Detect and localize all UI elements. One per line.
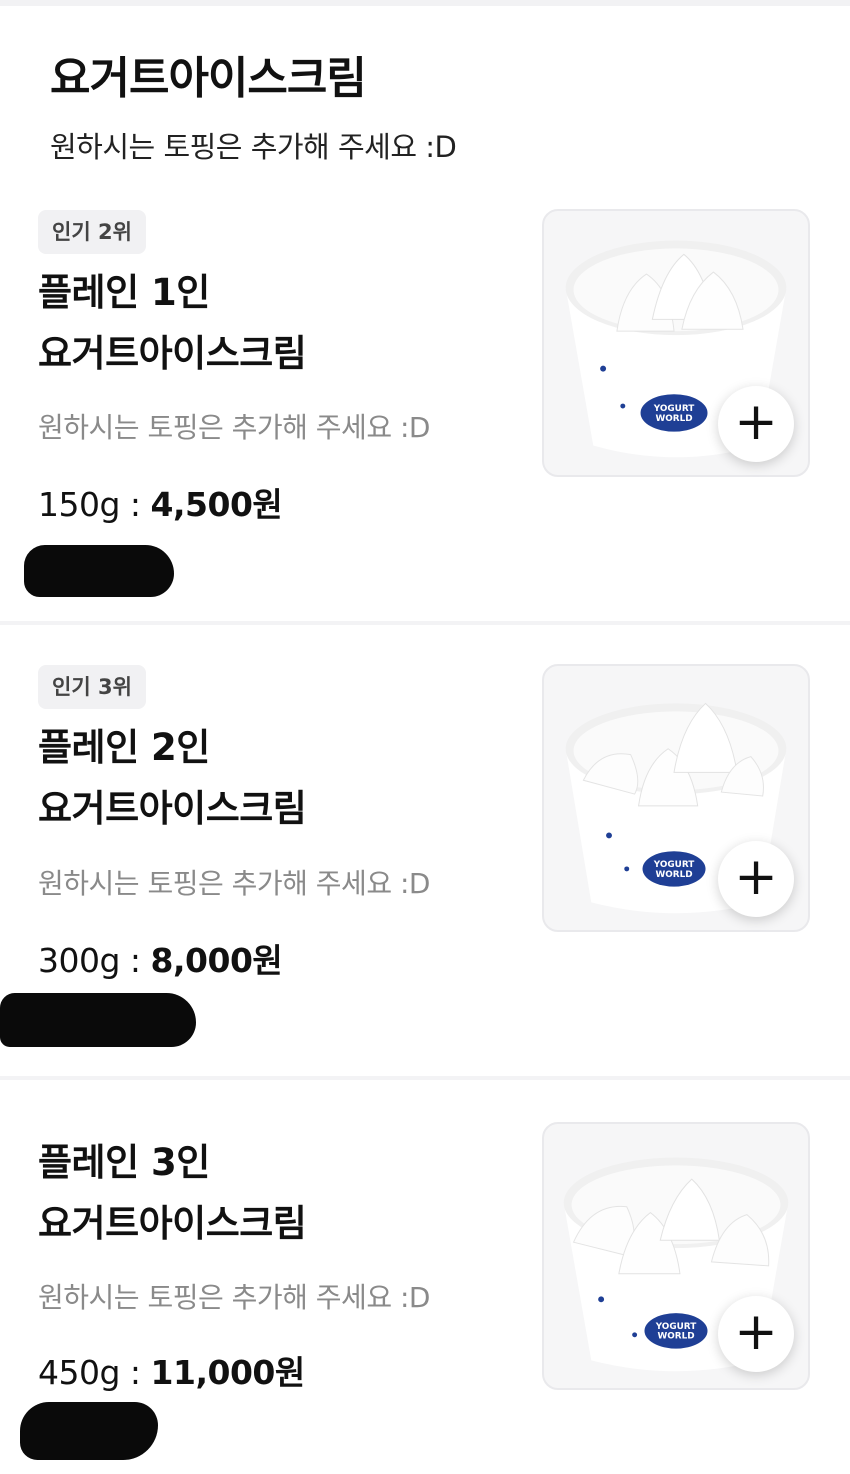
product-name-line2: 요거트아이스크림 — [38, 1202, 307, 1245]
add-to-cart-button[interactable]: + — [718, 841, 794, 917]
product-name-line2: 요거트아이스크림 — [38, 332, 307, 375]
price-separator: : — [119, 1353, 151, 1392]
product-name-line1: 플레인 3인 — [38, 1141, 210, 1184]
add-to-cart-button[interactable]: + — [718, 1296, 794, 1372]
price-separator: : — [119, 485, 151, 524]
page-title: 요거트아이스크림 — [50, 53, 367, 104]
product-card[interactable]: 인기 2위 플레인 1인 요거트아이스크림 원하시는 토핑은 추가해 주세요 :… — [0, 196, 850, 621]
redaction-mark — [0, 993, 196, 1047]
product-description: 원하시는 토핑은 추가해 주세요 :D — [38, 1281, 430, 1314]
page-subtitle: 원하시는 토핑은 추가해 주세요 :D — [50, 130, 457, 164]
add-to-cart-button[interactable]: + — [718, 386, 794, 462]
product-price: 150g : 4,500원 — [38, 478, 283, 526]
product-card[interactable]: 인기 3위 플레인 2인 요거트아이스크림 원하시는 토핑은 추가해 주세요 :… — [0, 625, 850, 1076]
cup-brand-text-top: YOGURT — [653, 860, 695, 870]
product-price-value: 4,500원 — [150, 485, 283, 524]
product-card[interactable]: 플레인 3인 요거트아이스크림 원하시는 토핑은 추가해 주세요 :D 450g… — [0, 1080, 850, 1474]
cup-brand-text-top: YOGURT — [655, 1322, 697, 1332]
product-price-value: 8,000원 — [150, 941, 283, 980]
product-weight: 150g — [38, 485, 120, 524]
product-price-value: 11,000원 — [150, 1353, 306, 1392]
product-description: 원하시는 토핑은 추가해 주세요 :D — [38, 411, 430, 444]
cup-brand-text-bottom: WORLD — [655, 870, 692, 880]
popularity-badge: 인기 2위 — [38, 210, 146, 254]
product-price: 300g : 8,000원 — [38, 934, 283, 982]
product-weight: 300g — [38, 941, 120, 980]
product-price: 450g : 11,000원 — [38, 1346, 305, 1394]
product-name-line2: 요거트아이스크림 — [38, 787, 307, 830]
plus-icon: + — [734, 846, 778, 907]
price-separator: : — [119, 941, 151, 980]
cup-brand-text-bottom: WORLD — [655, 414, 692, 424]
cup-brand-text-top: YOGURT — [653, 404, 695, 414]
redaction-mark — [20, 1402, 158, 1460]
cup-brand-text-bottom: WORLD — [657, 1332, 694, 1342]
popularity-badge: 인기 3위 — [38, 665, 146, 709]
product-description: 원하시는 토핑은 추가해 주세요 :D — [38, 867, 430, 900]
product-name-line1: 플레인 1인 — [38, 271, 210, 314]
product-name-line1: 플레인 2인 — [38, 726, 210, 769]
redaction-mark — [24, 545, 174, 597]
plus-icon: + — [734, 391, 778, 452]
product-weight: 450g — [38, 1353, 120, 1392]
plus-icon: + — [734, 1301, 778, 1362]
category-header: 요거트아이스크림 원하시는 토핑은 추가해 주세요 :D — [0, 6, 850, 196]
